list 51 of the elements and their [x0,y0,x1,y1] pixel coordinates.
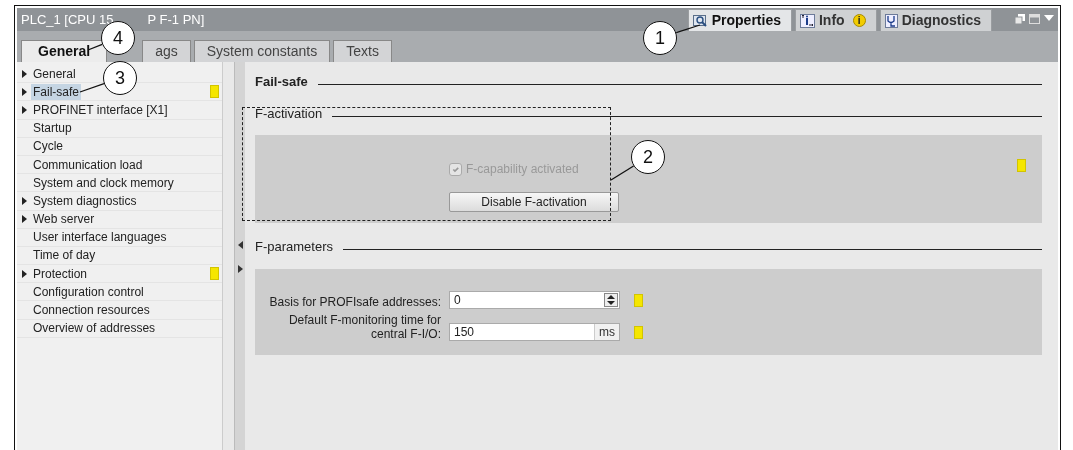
expand-arrow-icon[interactable] [21,69,27,78]
tab[interactable]: General [21,40,108,62]
leader-line [79,82,105,93]
leader-line [610,165,635,181]
inspector-tab[interactable]: Info i [795,9,877,31]
float-window-icon[interactable] [1015,14,1025,24]
expand-arrow-icon[interactable] [21,269,27,278]
expand-arrow-icon[interactable] [21,196,27,205]
field-label: Basis for PROFIsafe addresses: [268,294,441,309]
info-arrows-icon [800,13,815,28]
sidebar-item[interactable]: Protection [31,265,90,282]
inspector-tab[interactable]: Diagnostics [879,9,992,31]
sidebar-item[interactable]: Time of day [31,247,98,264]
sidebar-item[interactable]: Configuration control [31,283,146,300]
tab[interactable]: Texts [333,40,392,62]
input-field[interactable]: 0 [449,290,620,309]
sidebar-item[interactable]: System diagnostics [31,192,139,209]
expand-arrow-icon[interactable] [21,87,27,96]
sidebar-item[interactable]: System and clock memory [31,174,176,191]
leader-line [87,43,103,51]
leader-line [675,24,701,34]
sidebar-item[interactable]: Cycle [31,138,65,155]
sidebar-item[interactable]: General [31,65,78,82]
tab[interactable]: ags [142,40,191,62]
section-heading: Fail-safe [255,73,308,91]
section-heading: F-activation [255,104,323,123]
sidebar-item[interactable]: Communication load [31,156,145,173]
magnifier-icon [692,13,708,28]
collapse-arrow-icon[interactable] [237,240,243,249]
sidebar-item[interactable]: Overview of addresses [31,320,158,337]
expand-arrow-icon[interactable] [237,264,243,273]
expand-arrow-icon[interactable] [21,215,27,224]
unit-label: ms [594,323,619,340]
input-field[interactable]: 150 ms [449,322,620,341]
sidebar-item[interactable]: PROFINET interface [X1] [31,101,170,118]
section-heading: F-parameters [255,238,334,256]
expand-arrow-icon[interactable] [21,105,27,114]
dropdown-arrow-icon[interactable] [1044,14,1054,22]
sidebar-item[interactable]: Startup [31,120,74,137]
window-title: P F-1 PN] [147,10,205,29]
stethoscope-icon [884,13,898,28]
spinner-icon[interactable] [604,292,618,307]
info-badge: i [852,14,866,27]
sidebar-item[interactable]: User interface languages [31,229,169,246]
disable-button[interactable]: Disable F-activation [449,192,619,212]
sidebar-item[interactable]: Connection resources [31,302,152,319]
inspector-tab[interactable]: Properties [687,9,792,31]
sidebar-item[interactable]: Fail-safe [31,83,81,100]
tab[interactable]: System constants [193,40,331,62]
sidebar-item[interactable]: Web server [31,211,97,228]
field-label: Default F-monitoring time for central F-I/O: [287,312,441,341]
